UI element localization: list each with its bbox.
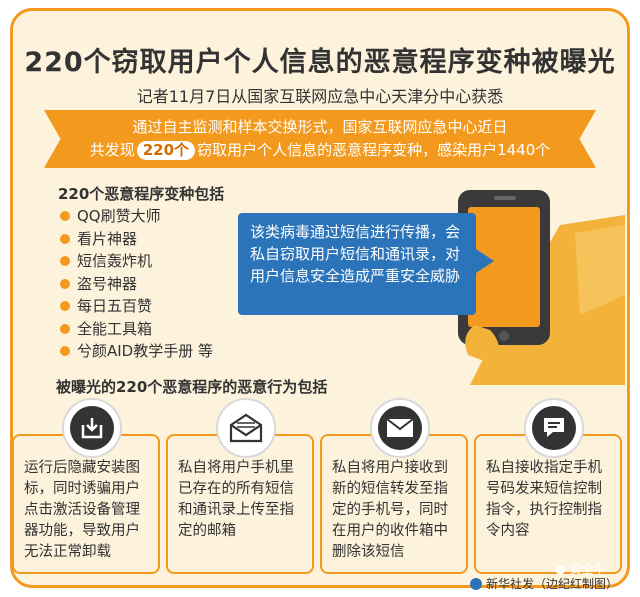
image-credit: 新华社发（边纪红制图） xyxy=(470,575,618,592)
banner-line-1: 通过自主监测和样本交换形式，国家互联网应急中心近日 xyxy=(132,118,508,136)
list-item: 每日五百赞 xyxy=(60,295,213,318)
warning-bubble: 该类病毒通过短信进行传播，会私自窃取用户短信和通讯录，对用户信息安全造成严重安全… xyxy=(238,213,494,315)
bullet-icon xyxy=(60,301,70,312)
envelope-icon xyxy=(370,398,430,458)
banner-suffix: 窃取用户个人信息的恶意程序变种，感染用户1440个 xyxy=(197,141,551,159)
bullet-icon xyxy=(60,323,70,334)
list-item: 全能工具箱 xyxy=(60,318,213,341)
bullet-icon xyxy=(60,278,70,289)
chat-bubble-icon xyxy=(524,398,584,458)
list-item: QQ刷赞大师 xyxy=(60,205,213,228)
behaviors-heading: 被曝光的220个恶意程序的恶意行为包括 xyxy=(56,378,328,396)
bullet-icon xyxy=(60,211,70,222)
wechat-icon: ● xyxy=(555,561,566,576)
list-item: 兮颜AID教学手册 等 xyxy=(60,340,213,363)
bullet-icon xyxy=(60,346,70,357)
variants-list: QQ刷赞大师 看片神器 短信轰炸机 盗号神器 每日五百赞 全能工具箱 兮颜AID… xyxy=(60,205,213,363)
list-item: 短信轰炸机 xyxy=(60,250,213,273)
list-item: 看片神器 xyxy=(60,228,213,251)
bullet-icon xyxy=(60,233,70,244)
envelope-open-icon xyxy=(216,398,276,458)
bullet-icon xyxy=(60,256,70,267)
download-icon xyxy=(62,398,122,458)
variant-count-badge: 220个 xyxy=(136,141,196,160)
page-title: 220个窃取用户个人信息的恶意程序变种被曝光 xyxy=(24,47,616,78)
banner-line-2: 共发现 220个 窃取用户个人信息的恶意程序变种，感染用户1440个 xyxy=(44,139,596,162)
banner-prefix: 共发现 xyxy=(89,141,135,159)
xinhua-logo-icon xyxy=(470,577,482,590)
page-subtitle: 记者11月7日从国家互联网应急中心天津分中心获悉 xyxy=(136,87,504,106)
list-item: 盗号神器 xyxy=(60,273,213,296)
variants-heading: 220个恶意程序变种包括 xyxy=(58,185,225,203)
summary-banner: 通过自主监测和样本交换形式，国家互联网应急中心近日 共发现 220个 窃取用户个人信… xyxy=(44,110,596,168)
